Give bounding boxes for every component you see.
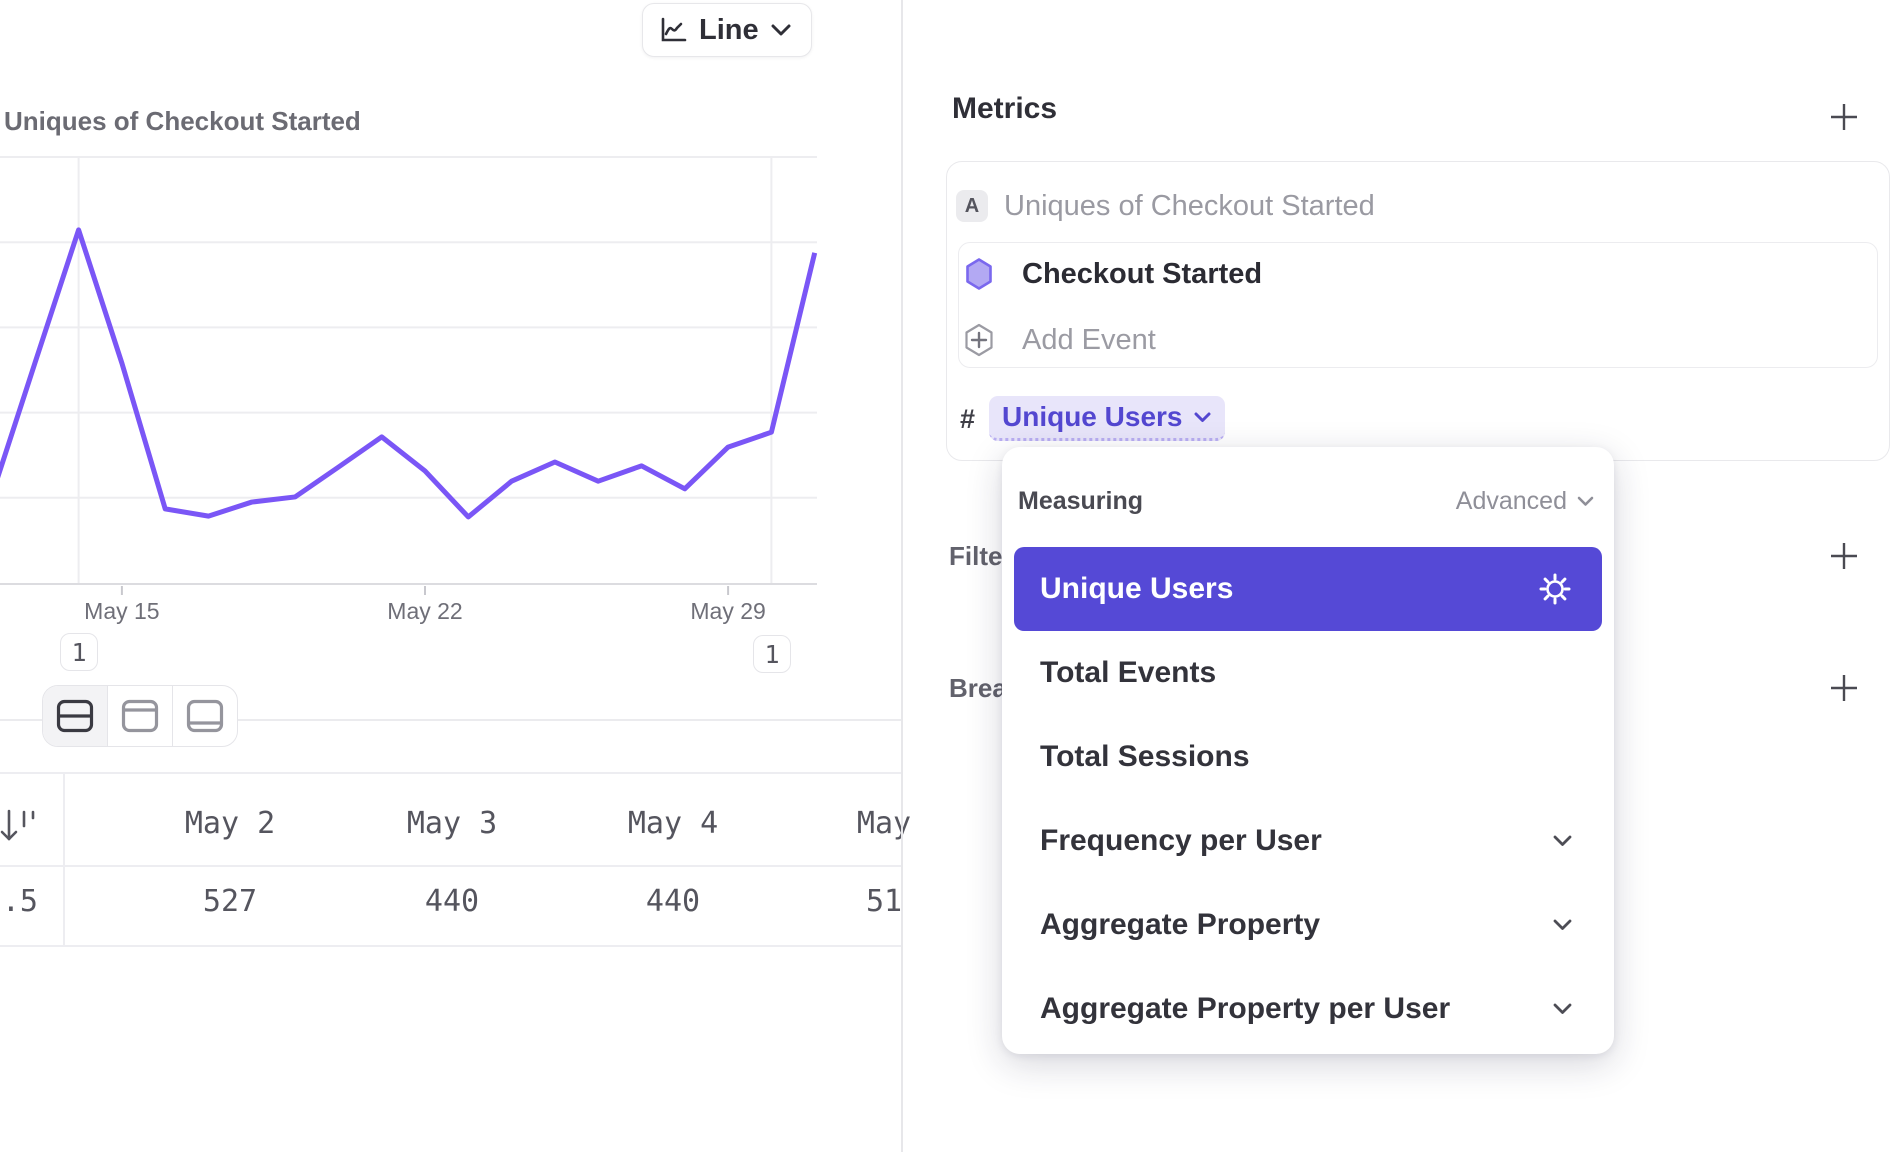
aggregation-hash-prefix: # — [960, 404, 975, 435]
chevron-down-icon — [1553, 835, 1572, 847]
annotation-badge-left[interactable]: 1 — [60, 633, 98, 671]
table-cell-value: 527 — [203, 884, 257, 919]
table-cell-value: 440 — [425, 884, 479, 919]
measuring-option-label: Total Sessions — [1040, 740, 1250, 774]
chevron-down-icon — [1577, 496, 1594, 507]
table-column-header[interactable]: May 4 — [628, 806, 718, 841]
plus-icon — [1828, 672, 1860, 704]
x-axis-label: May 29 — [690, 598, 765, 625]
advanced-dropdown[interactable]: Advanced — [1456, 487, 1594, 516]
add-filter-button[interactable] — [1827, 539, 1861, 573]
measuring-option-aggregate-property-per-user[interactable]: Aggregate Property per User — [1014, 967, 1602, 1051]
measuring-menu: Unique Users Total Events Total Sessions Fr… — [1014, 547, 1602, 1051]
measuring-popover: Measuring Advanced Unique Users Total Eve… — [1002, 447, 1614, 1054]
aggregation-dropdown[interactable]: Unique Users — [989, 396, 1225, 441]
event-hexagon-icon — [966, 258, 992, 290]
annotation-badge-right[interactable]: 1 — [753, 635, 791, 673]
add-metric-button[interactable] — [1827, 100, 1861, 134]
table-column-header[interactable]: May 2 — [185, 806, 275, 841]
chevron-down-icon — [1553, 1003, 1572, 1015]
measuring-option-unique-users[interactable]: Unique Users — [1014, 547, 1602, 631]
x-axis-label: May 22 — [387, 598, 462, 625]
chevron-down-icon — [1553, 919, 1572, 931]
measuring-option-total-events[interactable]: Total Events — [1014, 631, 1602, 715]
top-view-icon — [121, 699, 159, 733]
annotation-count: 1 — [71, 638, 86, 667]
measuring-option-frequency-per-user[interactable]: Frequency per User — [1014, 799, 1602, 883]
bottom-view-icon — [186, 699, 224, 733]
aggregation-value: Unique Users — [1002, 401, 1183, 433]
measuring-option-aggregate-property[interactable]: Aggregate Property — [1014, 883, 1602, 967]
event-name[interactable]: Checkout Started — [1022, 258, 1262, 290]
table-row-border — [0, 945, 902, 947]
line-chart-canvas — [0, 0, 910, 660]
panel-divider — [901, 0, 903, 1152]
table-column-header[interactable]: May 3 — [407, 806, 497, 841]
metrics-section-title: Metrics — [952, 92, 1057, 126]
measuring-option-label: Total Events — [1040, 656, 1216, 690]
table-cell-value: 440 — [646, 884, 700, 919]
table-header-border — [0, 865, 902, 867]
add-event-button[interactable]: Add Event — [1022, 324, 1156, 356]
line-chart: May 15 May 22 May 29 — [0, 0, 910, 660]
add-breakdown-button[interactable] — [1827, 671, 1861, 705]
plus-icon — [1828, 540, 1860, 572]
plus-icon — [1828, 101, 1860, 133]
table-cell-value: 51 — [866, 884, 902, 919]
chevron-down-icon — [1194, 412, 1211, 423]
annotation-count: 1 — [764, 640, 779, 669]
measuring-label: Measuring — [1018, 487, 1143, 516]
x-axis-label: May 15 — [84, 598, 159, 625]
metric-card-title[interactable]: Uniques of Checkout Started — [1004, 190, 1375, 222]
measuring-option-label: Aggregate Property — [1040, 908, 1320, 942]
layout-bottom-button[interactable] — [172, 686, 237, 746]
table-row-label: 0.5 — [0, 884, 38, 919]
gear-icon[interactable] — [1538, 572, 1572, 606]
measuring-option-total-sessions[interactable]: Total Sessions — [1014, 715, 1602, 799]
metric-letter-badge: A — [956, 190, 988, 222]
advanced-label: Advanced — [1456, 487, 1567, 516]
table-top-border — [0, 772, 902, 774]
table-column-header[interactable]: May — [857, 806, 911, 841]
layout-split-button[interactable] — [43, 686, 107, 746]
series-line — [0, 230, 815, 517]
layout-top-button[interactable] — [107, 686, 172, 746]
table-frozen-column-border — [63, 772, 65, 945]
add-event-icon — [964, 323, 994, 357]
measuring-option-label: Aggregate Property per User — [1040, 992, 1450, 1026]
sort-icon[interactable] — [0, 804, 40, 848]
split-view-icon — [56, 699, 94, 733]
measuring-option-label: Frequency per User — [1040, 824, 1322, 858]
layout-toggle — [42, 685, 238, 747]
measuring-option-label: Unique Users — [1040, 572, 1233, 606]
